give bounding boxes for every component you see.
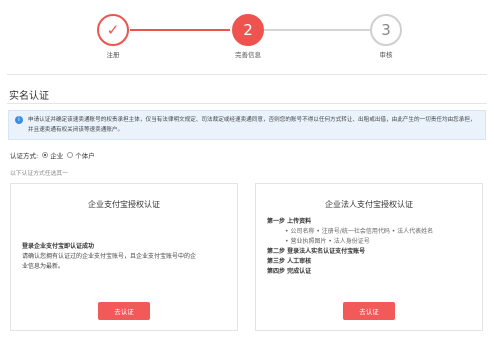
step-1-label: 注册 bbox=[106, 51, 120, 59]
step-2-label: 完善信息 bbox=[235, 51, 261, 59]
progress-stepper: ✓ 2 3 注册 完善信息 审核 bbox=[0, 12, 494, 60]
step-2-circle: 2 bbox=[232, 14, 264, 46]
card-step-1-detail: • 公司名称 • 注册号/统一社会信用代码 • 法人代表姓名 bbox=[285, 228, 434, 235]
step-3-circle: 3 bbox=[370, 14, 402, 46]
notice-banner: i 申请认证并确定该速卖通账号的权责承担主体，仅当有法律明文规定、司法裁定或经速… bbox=[8, 110, 486, 140]
card-line: 业信息为最新。 bbox=[22, 263, 65, 270]
radio-enterprise[interactable]: 企业 bbox=[42, 150, 63, 160]
auth-mode-row: 认证方式: 企业 个体户 bbox=[10, 150, 95, 160]
step-connector-done bbox=[130, 29, 230, 31]
card-step-1-detail: • 营业执照图片 • 法人身份证号 bbox=[285, 238, 370, 245]
info-icon: i bbox=[15, 116, 23, 124]
auth-mode-label: 认证方式: bbox=[10, 152, 39, 160]
card-description: 登录企业支付宝即认证成功 请确认您拥有认证过的企业支付宝账号，且企业支付宝账号中… bbox=[22, 242, 227, 272]
title-divider bbox=[7, 103, 487, 104]
card-line: 登录企业支付宝即认证成功 bbox=[22, 243, 95, 250]
top-divider bbox=[7, 74, 487, 75]
alipay-enterprise-card: 企业支付宝授权认证 登录企业支付宝即认证成功 请确认您拥有认证过的企业支付宝账号… bbox=[10, 183, 238, 331]
card-title: 企业法人支付宝授权认证 bbox=[325, 200, 413, 209]
step-3-label: 审核 bbox=[379, 51, 393, 59]
card-step-2: 第二步 登录法人实名认证支付宝账号 bbox=[267, 248, 366, 255]
go-verify-button[interactable]: 去认证 bbox=[98, 302, 150, 320]
card-step-4: 第四步 完成认证 bbox=[267, 268, 312, 275]
go-verify-button[interactable]: 去认证 bbox=[343, 302, 395, 320]
card-line: 请确认您拥有认证过的企业支付宝账号，且企业支付宝账号中的企 bbox=[22, 253, 197, 260]
page-title: 实名认证 bbox=[9, 91, 49, 102]
radio-individual-label: 个体户 bbox=[75, 152, 95, 160]
step-1-check-icon: ✓ bbox=[97, 14, 129, 46]
radio-unchecked-icon[interactable] bbox=[67, 152, 74, 158]
card-title: 企业支付宝授权认证 bbox=[88, 200, 160, 209]
radio-individual[interactable]: 个体户 bbox=[67, 150, 95, 160]
card-steps: 第一步 上传资料 • 公司名称 • 注册号/统一社会信用代码 • 法人代表姓名 … bbox=[267, 217, 472, 277]
radio-checked-icon[interactable] bbox=[42, 152, 49, 158]
card-step-1: 第一步 上传资料 bbox=[267, 218, 312, 225]
card-step-3: 第三步 人工审核 bbox=[267, 258, 312, 265]
notice-text: 申请认证并确定该速卖通账号的权责承担主体，仅当有法律明文规定、司法裁定或经速卖通… bbox=[28, 117, 476, 133]
radio-enterprise-label: 企业 bbox=[50, 152, 64, 160]
legal-person-alipay-card: 企业法人支付宝授权认证 第一步 上传资料 • 公司名称 • 注册号/统一社会信用… bbox=[255, 183, 483, 331]
choose-one-hint: 以下认证方式任选其一 bbox=[10, 171, 68, 177]
step-connector-pending bbox=[264, 29, 370, 31]
